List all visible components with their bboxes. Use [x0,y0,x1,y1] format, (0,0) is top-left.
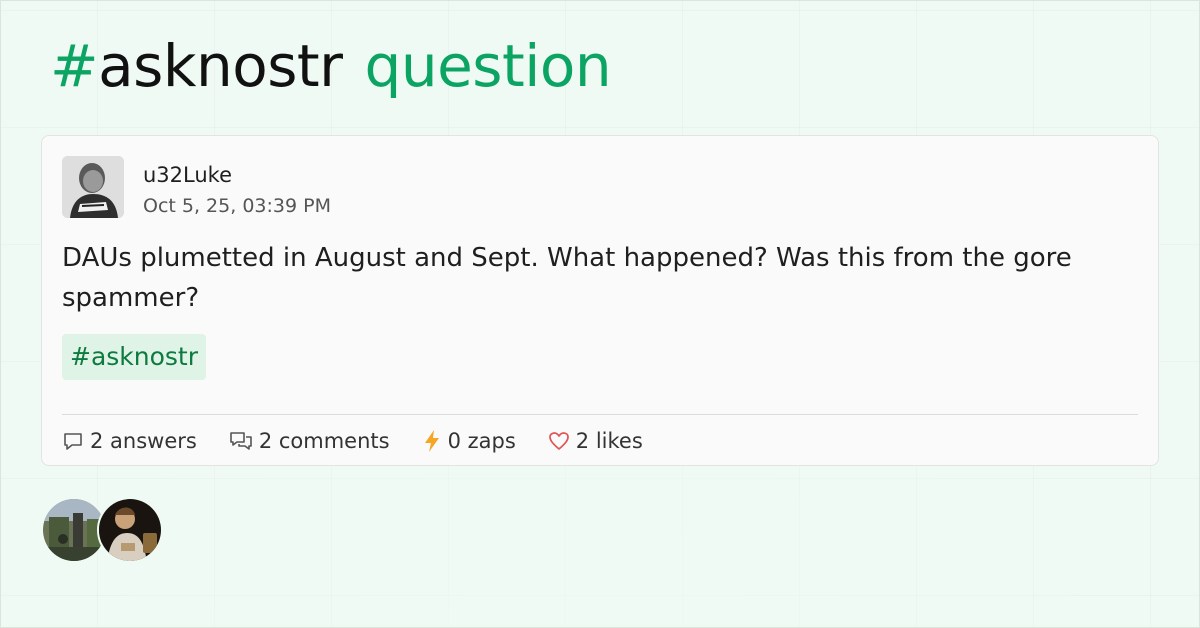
zaps-count: 0 zaps [447,429,516,453]
likes-stat[interactable]: 2 likes [548,429,643,453]
participant-avatars [41,497,163,563]
title-tag: asknostr [98,32,343,100]
post-content: DAUs plumetted in August and Sept. What … [62,243,1072,313]
participant-avatar[interactable] [97,497,163,563]
answers-stat[interactable]: 2 answers [62,429,197,453]
post-card[interactable]: u32Luke Oct 5, 25, 03:39 PM DAUs plumett… [41,135,1159,466]
page-title: #asknostr question [50,30,612,102]
title-hash: # [50,32,99,100]
comments-count: 2 comments [258,429,390,453]
divider [62,414,1138,415]
lightning-bolt-icon [424,430,439,452]
post-stats: 2 answers 2 comments 0 zaps 2 likes [62,423,675,459]
author-avatar[interactable] [62,156,124,218]
title-kind: question [364,32,612,100]
answers-count: 2 answers [90,429,197,453]
post-timestamp[interactable]: Oct 5, 25, 03:39 PM [143,190,331,222]
author-row: u32Luke Oct 5, 25, 03:39 PM [62,156,331,222]
hashtag-chip[interactable]: #asknostr [62,334,207,380]
author-name[interactable]: u32Luke [143,160,331,190]
zaps-stat[interactable]: 0 zaps [422,429,516,453]
speech-bubble-icon [64,433,82,450]
speech-bubbles-icon [230,432,252,450]
heart-icon [548,432,569,450]
comments-stat[interactable]: 2 comments [229,429,390,453]
likes-count: 2 likes [575,429,643,453]
